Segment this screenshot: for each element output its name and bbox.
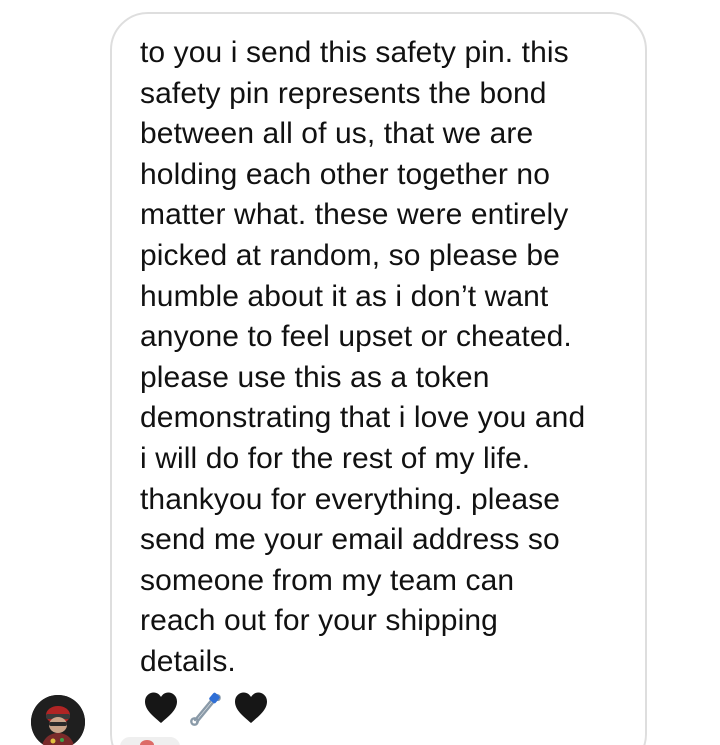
message-line: details. — [140, 644, 236, 678]
message-line: send me your email address so — [140, 523, 560, 557]
message-line: anyone to feel upset or cheated. — [140, 320, 572, 354]
message-line: holding each other together no — [140, 157, 550, 191]
message-text: to you i send this safety pin. this safet… — [140, 33, 630, 683]
message-line: someone from my team can — [140, 563, 515, 597]
safety-pin-icon — [188, 690, 224, 726]
message-line: matter what. these were entirely — [140, 198, 569, 232]
message-line: safety pin represents the bond — [140, 76, 547, 110]
message-line: thankyou for everything. please — [140, 482, 561, 516]
reaction-badge[interactable] — [118, 735, 182, 745]
chat-screen: to you i send this safety pin. this safet… — [0, 0, 720, 745]
black-heart-icon — [143, 690, 179, 726]
message-line: reach out for your shipping — [140, 604, 498, 638]
sender-avatar[interactable] — [31, 695, 85, 745]
message-emoji-row — [143, 688, 269, 728]
message-line: i will do for the rest of my life. — [140, 441, 531, 475]
message-line: between all of us, that we are — [140, 117, 534, 151]
message-line: humble about it as i don’t want — [140, 279, 549, 313]
message-line: picked at random, so please be — [140, 238, 560, 272]
avatar-icon — [31, 695, 85, 745]
message-line: demonstrating that i love you and — [140, 401, 586, 435]
black-heart-icon — [233, 690, 269, 726]
message-line: please use this as a token — [140, 360, 490, 394]
message-line: to you i send this safety pin. this — [140, 36, 569, 69]
reaction-icon — [140, 740, 154, 745]
